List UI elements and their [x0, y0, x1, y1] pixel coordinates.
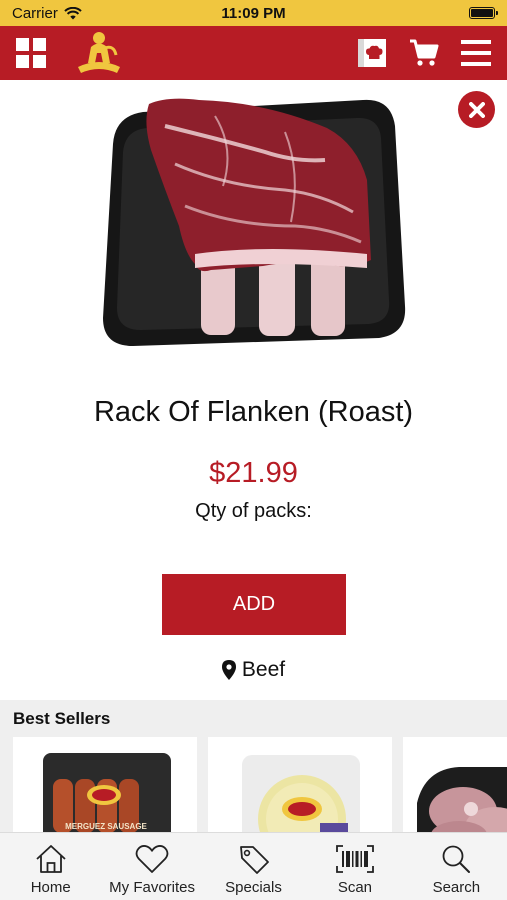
battery-icon: [469, 7, 498, 19]
product-price: $21.99: [209, 457, 298, 489]
merguez-sausage-package: MERGUEZ SAUSAGE: [43, 753, 171, 832]
close-button[interactable]: [458, 91, 495, 128]
qty-label: Qty of packs:: [195, 500, 312, 522]
home-icon: [36, 845, 66, 873]
meat-tray-package: [417, 767, 507, 832]
hamburger-menu-icon[interactable]: [461, 39, 491, 67]
tab-home-label: Home: [30, 879, 71, 896]
store-logo[interactable]: [74, 29, 124, 77]
cart-icon[interactable]: [409, 38, 439, 68]
product-category[interactable]: Beef: [0, 658, 507, 682]
tab-search-label: Search: [432, 879, 481, 896]
best-seller-card[interactable]: [208, 737, 392, 832]
heart-icon: [135, 845, 169, 873]
product-title: Rack Of Flanken (Roast): [93, 396, 414, 428]
bottom-tab-bar: Home My Favorites Specials Scan Search: [0, 832, 507, 900]
package-text: MERGUEZ SAUSAGE: [65, 822, 147, 831]
category-label: Beef: [241, 658, 286, 681]
best-sellers-section: Best Sellers MERGUEZ SAUSAGE: [0, 700, 507, 832]
add-button[interactable]: ADD: [162, 574, 346, 635]
location-pin-icon: [221, 660, 236, 680]
status-bar: Carrier 11:09 PM: [0, 0, 507, 26]
status-left: Carrier: [12, 5, 82, 22]
close-icon: [468, 101, 485, 118]
grid-menu-icon[interactable]: [16, 38, 46, 68]
top-nav-bar: [0, 26, 507, 80]
search-icon: [442, 845, 471, 873]
product-image: [95, 94, 413, 352]
tab-scan[interactable]: Scan: [304, 833, 405, 900]
tab-my-favorites[interactable]: My Favorites: [101, 833, 202, 900]
barcode-icon: [336, 845, 374, 873]
best-sellers-title: Best Sellers: [13, 709, 111, 728]
tab-scan-label: Scan: [337, 879, 373, 896]
tab-specials-label: Specials: [225, 879, 282, 896]
best-seller-card[interactable]: [403, 737, 507, 832]
tab-home[interactable]: Home: [0, 833, 101, 900]
wifi-icon: [64, 6, 82, 19]
carrier-label: Carrier: [12, 4, 58, 22]
best-seller-card[interactable]: MERGUEZ SAUSAGE: [13, 737, 197, 832]
tab-my-favorites-label: My Favorites: [109, 879, 196, 896]
cheese-package: [242, 755, 360, 832]
tab-specials[interactable]: Specials: [203, 833, 304, 900]
tag-icon: [239, 846, 269, 874]
chef-card-icon[interactable]: [357, 38, 387, 68]
tab-search[interactable]: Search: [406, 833, 507, 900]
